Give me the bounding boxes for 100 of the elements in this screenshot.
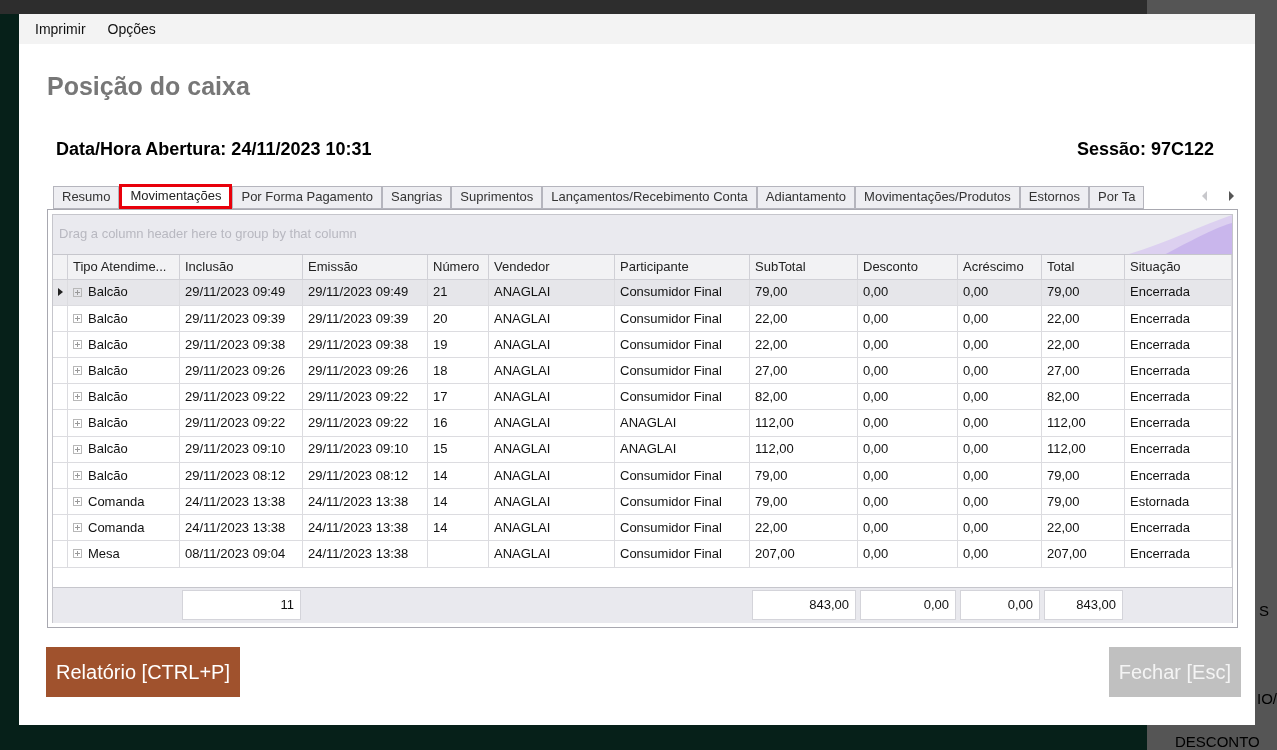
table-cell-text: Comanda	[88, 492, 145, 511]
table-cell-text: 29/11/2023 09:38	[185, 335, 286, 354]
expand-icon[interactable]	[73, 497, 82, 507]
expand-icon[interactable]	[73, 392, 82, 402]
table-row[interactable]: Balcão 29/11/2023 08:12 29/11/2023 08:12 14 ANAGLAI Consumidor Final 79,00 0,00 0,00 79,00 Encerrada	[53, 462, 1232, 489]
tab[interactable]: Sangrias	[382, 185, 452, 209]
scroll-left-icon[interactable]	[1201, 190, 1209, 201]
menu-item[interactable]: Imprimir	[35, 18, 86, 40]
table-cell-text: 22,00	[1047, 519, 1080, 538]
summary-cell: 0,00	[960, 590, 1040, 620]
menu-item[interactable]: Opções	[107, 18, 156, 40]
table-cell-text: Balcão	[88, 388, 128, 407]
column-header[interactable]: Emissão	[303, 254, 428, 279]
column-header[interactable]: Total	[1042, 254, 1125, 279]
table-row[interactable]: Balcão 29/11/2023 09:38 29/11/2023 09:38 19 ANAGLAI Consumidor Final 22,00 0,00 0,00 22,00 Encerrada	[53, 331, 1232, 359]
table-cell-text: 207,00	[1047, 545, 1087, 564]
column-header[interactable]: Participante	[615, 254, 750, 279]
expand-icon[interactable]	[73, 549, 82, 559]
table-cell-text: 22,00	[755, 309, 788, 328]
tab[interactable]: Adiantamento	[756, 185, 856, 209]
table-row[interactable]: Balcão 29/11/2023 09:39 29/11/2023 09:39 20 ANAGLAI Consumidor Final 22,00 0,00 0,00 22,00 Encerrada	[53, 305, 1232, 332]
table-cell-text: Balcão	[88, 466, 128, 485]
table-cell-text: ANAGLAI	[494, 335, 551, 354]
table-row[interactable]: Comanda 24/11/2023 13:38 24/11/2023 13:38 14 ANAGLAI Consumidor Final 79,00 0,00 0,00 79,00 Estornada	[53, 489, 1232, 516]
table-row[interactable]: Balcão 29/11/2023 09:26 29/11/2023 09:26 18 ANAGLAI Consumidor Final 27,00 0,00 0,00 27,00 Encerrada	[53, 358, 1232, 385]
tab[interactable]: Movimentações/Produtos	[855, 185, 1020, 209]
table-cell-text: 112,00	[755, 440, 794, 459]
table-cell-text: 14	[433, 466, 448, 485]
tab[interactable]: Suprimentos	[451, 185, 543, 209]
summary-cell: 843,00	[1044, 590, 1123, 620]
tab[interactable]: Lançamentos/Recebimento Conta	[542, 185, 757, 209]
table-row[interactable]: Balcão 29/11/2023 09:22 29/11/2023 09:22 16 ANAGLAI ANAGLAI 112,00 0,00 0,00 112,00 Encerrada	[53, 410, 1232, 437]
table-cell-text: Consumidor Final	[620, 283, 722, 302]
table-row[interactable]: Balcão 29/11/2023 09:49 29/11/2023 09:49 21 ANAGLAI Consumidor Final 79,00 0,00 0,00 79,00 Encerrada	[53, 279, 1232, 306]
expand-icon[interactable]	[73, 523, 82, 533]
table-row[interactable]: Comanda 24/11/2023 13:38 24/11/2023 13:38 14 ANAGLAI Consumidor Final 22,00 0,00 0,00 22,00 Encerrada	[53, 515, 1232, 542]
table-cell-text: 0,00	[963, 466, 989, 485]
table-cell-text: 79,00	[755, 283, 788, 302]
table-cell-text: 0,00	[863, 492, 889, 511]
column-header[interactable]: Inclusão	[180, 254, 303, 279]
column-header[interactable]: Número	[428, 254, 489, 279]
tab[interactable]: Por Forma Pagamento	[232, 185, 382, 209]
summary-cell: 0,00	[860, 590, 956, 620]
column-header[interactable]: Acréscimo	[958, 254, 1042, 279]
table-cell-text: 0,00	[963, 519, 989, 538]
tab[interactable]: Por Ta	[1089, 185, 1145, 209]
table-row[interactable]: Mesa 08/11/2023 09:04 24/11/2023 13:38 ANAGLAI Consumidor Final 207,00 0,00 0,00 207,00 Encerrada	[53, 541, 1232, 568]
tab[interactable]: Resumo	[53, 185, 120, 209]
table-cell-text: ANAGLAI	[620, 440, 677, 459]
table-cell-text: 29/11/2023 09:22	[185, 388, 286, 407]
table-cell-text: 112,00	[755, 414, 794, 433]
table-row[interactable]: Balcão 29/11/2023 09:22 29/11/2023 09:22 17 ANAGLAI Consumidor Final 82,00 0,00 0,00 82,00 Encerrada	[53, 384, 1232, 411]
table-cell-text: Balcão	[88, 309, 128, 328]
scroll-right-icon[interactable]	[1227, 190, 1235, 201]
table-cell-text: Balcão	[88, 440, 128, 459]
column-header[interactable]: Desconto	[858, 254, 958, 279]
table-cell-text: 0,00	[863, 361, 889, 380]
table-cell-text: 29/11/2023 09:49	[185, 283, 286, 302]
table-cell-text: 0,00	[863, 519, 889, 538]
expand-icon[interactable]	[73, 444, 82, 454]
table-cell-text: ANAGLAI	[494, 492, 551, 511]
table-cell-text: Consumidor Final	[620, 545, 722, 564]
tab[interactable]: Movimentações	[119, 183, 233, 209]
table-cell-text: Encerrada	[1130, 283, 1190, 302]
tab[interactable]: Estornos	[1019, 185, 1090, 209]
table-cell-text: 29/11/2023 09:38	[308, 335, 409, 354]
table-cell-text: 27,00	[1047, 361, 1080, 380]
table-cell-text: ANAGLAI	[494, 309, 551, 328]
expand-icon[interactable]	[73, 470, 82, 480]
table-cell-text: Consumidor Final	[620, 492, 722, 511]
table-cell-text: 29/11/2023 09:49	[308, 283, 409, 302]
table-cell-text: 29/11/2023 09:39	[185, 309, 286, 328]
expand-icon[interactable]	[73, 366, 82, 376]
table-cell-text: 79,00	[1047, 492, 1080, 511]
table-cell-text: 08/11/2023 09:04	[185, 545, 286, 564]
table-cell-text: 0,00	[863, 440, 889, 459]
table-cell-text: 0,00	[963, 545, 989, 564]
table-cell-text: Balcão	[88, 414, 128, 433]
table-cell-text: 0,00	[863, 309, 889, 328]
column-header[interactable]: SubTotal	[750, 254, 858, 279]
column-header[interactable]: Tipo Atendime...	[68, 254, 180, 279]
table-cell-text: 0,00	[863, 545, 889, 564]
column-header[interactable]: Vendedor	[489, 254, 615, 279]
table-cell-text: 0,00	[963, 492, 989, 511]
report-button[interactable]: Relatório [CTRL+P]	[46, 646, 240, 697]
table-cell-text: 29/11/2023 09:10	[308, 440, 409, 459]
expand-icon[interactable]	[73, 339, 82, 349]
column-header[interactable]: Situação	[1125, 254, 1232, 279]
table-cell-text: 17	[433, 388, 448, 407]
background-text: IO/	[1257, 689, 1277, 709]
table-cell-text: Encerrada	[1130, 414, 1190, 433]
background-text: DESCONTO	[1175, 732, 1260, 750]
table-cell-text: 0,00	[963, 388, 989, 407]
table-cell-text: 112,00	[1047, 440, 1086, 459]
expand-icon[interactable]	[73, 287, 82, 297]
expand-icon[interactable]	[73, 418, 82, 428]
table-cell-text: ANAGLAI	[494, 466, 551, 485]
table-cell-text: 14	[433, 519, 448, 538]
table-row[interactable]: Balcão 29/11/2023 09:10 29/11/2023 09:10 15 ANAGLAI ANAGLAI 112,00 0,00 0,00 112,00 Encerrada	[53, 436, 1232, 463]
expand-icon[interactable]	[73, 313, 82, 323]
